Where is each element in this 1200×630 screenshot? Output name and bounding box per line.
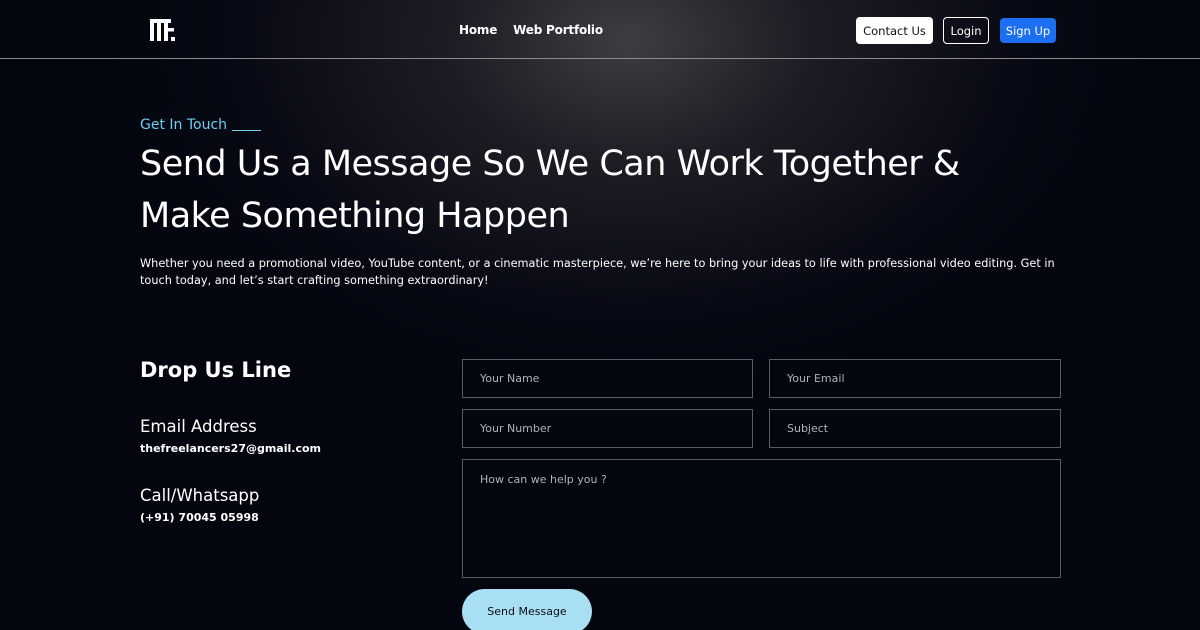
site-header: Home Web Portfolio Contact Us Login Sign… [0, 0, 1200, 59]
get-in-touch-eyebrow: Get In Touch [140, 117, 262, 133]
login-button[interactable]: Login [943, 17, 989, 44]
intro-paragraph: Whether you need a promotional video, Yo… [140, 257, 1055, 287]
call-whatsapp-label: Call/Whatsapp [140, 486, 260, 505]
nav-home-link[interactable]: Home [459, 23, 497, 37]
sign-up-button[interactable]: Sign Up [1000, 18, 1056, 43]
name-input[interactable] [462, 359, 753, 398]
drop-us-line-heading: Drop Us Line [140, 358, 292, 382]
main-nav: Home Web Portfolio [459, 23, 603, 37]
subject-input[interactable] [769, 409, 1061, 448]
email-address-label: Email Address [140, 417, 257, 436]
nav-web-portfolio-link[interactable]: Web Portfolio [513, 23, 603, 37]
contact-us-button[interactable]: Contact Us [856, 17, 933, 44]
page-headline: Send Us a Message So We Can Work Togethe… [140, 144, 960, 236]
page: Home Web Portfolio Contact Us Login Sign… [0, 0, 1200, 630]
logo-mark-icon [150, 19, 175, 41]
number-input[interactable] [462, 409, 753, 448]
email-address-value: thefreelancers27@gmail.com [140, 442, 321, 455]
eyebrow-underline [232, 130, 262, 131]
message-textarea[interactable] [462, 459, 1061, 578]
site-logo[interactable] [150, 17, 180, 43]
eyebrow-text: Get In Touch [140, 117, 228, 133]
phone-number-value: (+91) 70045 05998 [140, 511, 259, 524]
send-message-button[interactable]: Send Message [462, 589, 592, 630]
email-input[interactable] [769, 359, 1061, 398]
